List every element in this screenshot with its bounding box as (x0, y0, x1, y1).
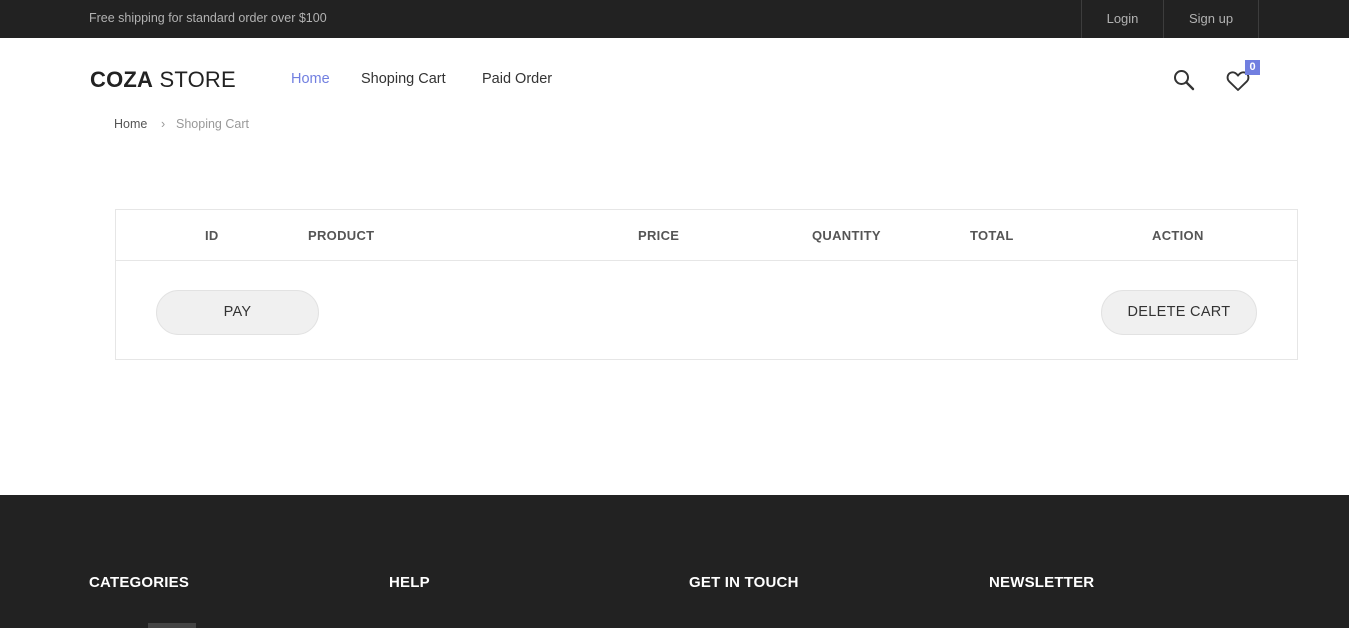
column-header-quantity: QUANTITY (812, 228, 881, 243)
cart-table: ID PRODUCT PRICE QUANTITY TOTAL ACTION P… (115, 209, 1298, 360)
nav-shoping-cart[interactable]: Shoping Cart (361, 71, 446, 87)
wishlist-count-badge: 0 (1245, 60, 1260, 75)
pay-button[interactable]: PAY (156, 290, 319, 335)
logo-light-text: STORE (153, 67, 236, 92)
column-header-price: PRICE (638, 228, 680, 243)
footer-heading-categories: CATEGORIES (89, 574, 190, 591)
shipping-promo-text: Free shipping for standard order over $1… (89, 11, 327, 25)
column-header-id: ID (205, 228, 219, 243)
top-bar: Free shipping for standard order over $1… (0, 0, 1349, 38)
footer-link-stub (148, 623, 196, 628)
login-link[interactable]: Login (1081, 0, 1163, 38)
breadcrumb-chevron-icon: › (161, 117, 166, 131)
breadcrumb-home[interactable]: Home (114, 117, 147, 131)
store-logo[interactable]: COZA STORE (90, 67, 236, 93)
footer-heading-help: HELP (389, 574, 430, 591)
delete-cart-button[interactable]: DELETE CART (1101, 290, 1257, 335)
nav-paid-order[interactable]: Paid Order (482, 71, 552, 87)
logo-bold-text: COZA (90, 67, 154, 92)
cart-table-header: ID PRODUCT PRICE QUANTITY TOTAL ACTION (116, 210, 1297, 261)
nav-home[interactable]: Home (291, 71, 330, 87)
breadcrumb-current: Shoping Cart (176, 117, 249, 131)
signup-link[interactable]: Sign up (1163, 0, 1259, 38)
column-header-action: ACTION (1152, 228, 1204, 243)
column-header-total: TOTAL (970, 228, 1014, 243)
footer: CATEGORIES HELP GET IN TOUCH NEWSLETTER (0, 495, 1349, 628)
column-header-product: PRODUCT (308, 228, 375, 243)
footer-heading-get-in-touch: GET IN TOUCH (689, 574, 799, 591)
search-icon[interactable] (1173, 69, 1195, 91)
footer-heading-newsletter: NEWSLETTER (989, 574, 1095, 591)
